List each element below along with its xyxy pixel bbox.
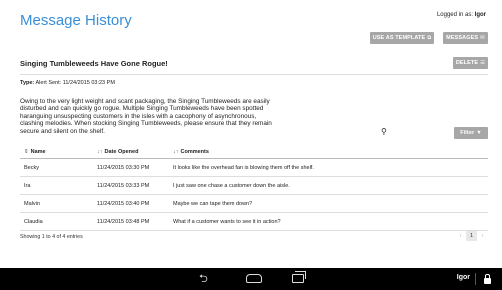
- cell-date: 11/24/2015 03:33 PM: [97, 182, 150, 189]
- recent-apps-icon[interactable]: [292, 271, 306, 283]
- messages-label: MESSAGES: [446, 35, 479, 41]
- delete-label: DELETE: [455, 60, 479, 66]
- page-title: Message History: [20, 12, 132, 29]
- lock-icon[interactable]: [484, 274, 491, 284]
- cell-name: Becky: [24, 164, 39, 171]
- use-as-template-label: USE AS TEMPLATE: [372, 35, 426, 41]
- header-name-label: Name: [30, 148, 46, 155]
- table-row[interactable]: Claudia 11/24/2015 03:48 PM What if a cu…: [20, 213, 488, 231]
- page-1-button[interactable]: 1: [466, 231, 477, 241]
- login-label: Logged in as:: [436, 12, 473, 18]
- table-row[interactable]: Becky 11/24/2015 03:30 PM It looks like …: [20, 159, 488, 177]
- message-title: Singing Tumbleweeds Have Gone Rogue!: [20, 59, 168, 68]
- sort-icon: ⇕: [24, 148, 29, 155]
- cell-comment: Maybe we can tape them down?: [173, 200, 253, 207]
- funnel-icon: ▼: [476, 130, 482, 136]
- header-date-label: Date Opened: [104, 148, 139, 155]
- table-row[interactable]: Ira 11/24/2015 03:33 PM I just saw one c…: [20, 177, 488, 195]
- cell-name: Ira: [24, 182, 31, 189]
- sort-icon: ↓↑: [173, 148, 179, 155]
- list-icon: ☰: [480, 60, 486, 66]
- cell-name: Claudia: [24, 218, 43, 225]
- external-link-icon: ⧉: [427, 35, 432, 41]
- back-icon[interactable]: ⮌: [199, 272, 208, 286]
- messages-button[interactable]: MESSAGES ✉: [443, 32, 488, 44]
- navbar-user: Igor: [456, 274, 470, 281]
- pagination: ‹ 1 ›: [455, 231, 488, 241]
- message-body: Owing to the very light weight and scant…: [20, 98, 272, 135]
- next-page-button[interactable]: ›: [477, 231, 488, 241]
- home-icon[interactable]: [246, 274, 262, 283]
- message-type: Type: Alert Sent: 11/24/2015 03:23 PM: [20, 80, 115, 86]
- delete-button[interactable]: DELETE ☰: [453, 57, 488, 69]
- navbar-divider: [475, 273, 476, 285]
- cell-comment: I just saw one chase a customer down the…: [173, 182, 290, 189]
- cell-name: Malvin: [24, 200, 40, 207]
- table-row[interactable]: Malvin 11/24/2015 03:40 PM Maybe we can …: [20, 195, 488, 213]
- login-status: Logged in as: Igor: [437, 12, 486, 18]
- cell-date: 11/24/2015 03:40 PM: [97, 200, 150, 207]
- sort-icon: ↓↑: [97, 148, 103, 155]
- cell-comment: It looks like the overhead fan is blowin…: [173, 164, 314, 171]
- type-value: Alert Sent: 11/24/2015 03:23 PM: [35, 80, 115, 86]
- column-header-name[interactable]: ⇕ Name: [20, 149, 97, 155]
- header-comments-label: Comments: [180, 148, 209, 155]
- type-label: Type:: [20, 80, 35, 86]
- comments-table: ⇕ Name ↓↑ Date Opened ↓↑ Comments Becky 11/…: [20, 145, 488, 231]
- envelope-icon: ✉: [480, 35, 485, 41]
- filter-button[interactable]: Filter ▼: [454, 127, 488, 139]
- system-navbar: ⮌ Igor: [0, 268, 502, 290]
- login-user: Igor: [474, 12, 486, 18]
- table-header: ⇕ Name ↓↑ Date Opened ↓↑ Comments: [20, 145, 488, 159]
- cell-date: 11/24/2015 03:30 PM: [97, 164, 150, 171]
- column-header-comments[interactable]: ↓↑ Comments: [173, 149, 488, 155]
- search-icon[interactable]: ⚲: [381, 127, 387, 136]
- cell-date: 11/24/2015 03:48 PM: [97, 218, 150, 225]
- filter-label: Filter: [460, 130, 475, 136]
- use-as-template-button[interactable]: USE AS TEMPLATE ⧉: [370, 32, 434, 44]
- prev-page-button[interactable]: ‹: [455, 231, 466, 241]
- cell-comment: What if a customer wants to see it in ac…: [173, 218, 281, 225]
- divider: [20, 74, 488, 75]
- column-header-date[interactable]: ↓↑ Date Opened: [97, 149, 173, 155]
- entries-info: Showing 1 to 4 of 4 entries: [20, 234, 83, 240]
